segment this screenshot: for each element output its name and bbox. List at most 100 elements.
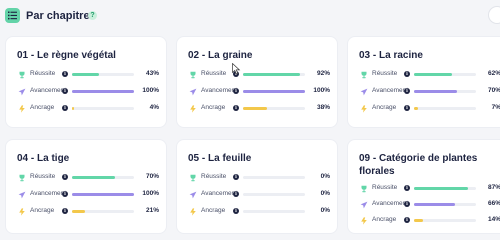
progress-fill-reussite <box>72 73 99 76</box>
progress-track-ancrage <box>243 107 305 110</box>
metric-value-ancrage: 38% <box>316 104 330 111</box>
metric-value-avancement: 100% <box>142 190 159 197</box>
progress-fill-avancement <box>414 203 455 206</box>
trophy-icon <box>188 173 197 182</box>
progress-track-ancrage <box>243 210 305 213</box>
metric-value-avancement: 70% <box>487 87 500 94</box>
progress-track-ancrage <box>72 210 134 213</box>
info-icon[interactable]: i <box>62 71 68 77</box>
metric-row-avancement: Avancement i 100% <box>6 86 166 98</box>
chapter-card[interactable]: 04 - La tige Réussite i 70% Avancement i 100% A… <box>5 139 167 234</box>
info-icon[interactable]: i <box>404 105 410 111</box>
metric-label-avancement: Avancement <box>201 190 238 197</box>
chapter-card[interactable]: 09 - Catégorie de plantes florales Réussi… <box>347 139 500 234</box>
progress-fill-ancrage <box>72 107 75 110</box>
progress-fill-reussite <box>414 73 453 76</box>
metric-label-avancement: Avancement <box>372 87 409 94</box>
metric-value-reussite: 92% <box>316 70 330 77</box>
info-icon[interactable]: i <box>62 105 68 111</box>
chapter-card[interactable]: 02 - La graine Réussite i 92% Avancement i 100… <box>176 36 338 128</box>
info-icon[interactable]: i <box>62 191 68 197</box>
metric-label-avancement: Avancement <box>201 87 238 94</box>
metric-row-avancement: Avancement i 100% <box>177 86 337 98</box>
metric-value-ancrage: 14% <box>487 216 500 223</box>
metric-row-ancrage: Ancrage i 7% <box>348 103 500 115</box>
metric-label-avancement: Avancement <box>30 87 67 94</box>
metric-value-reussite: 70% <box>145 173 159 180</box>
info-icon[interactable]: i <box>233 191 239 197</box>
progress-track-ancrage <box>414 107 476 110</box>
section-header: Par chapitres ? <box>0 0 500 34</box>
metric-row-ancrage: Ancrage i 4% <box>6 103 166 115</box>
progress-fill-reussite <box>243 73 301 76</box>
progress-fill-ancrage <box>414 219 423 222</box>
info-icon[interactable]: i <box>404 71 410 77</box>
info-icon[interactable]: i <box>233 88 239 94</box>
progress-track-reussite <box>72 73 134 76</box>
progress-track-avancement <box>414 203 476 206</box>
more-options-button[interactable] <box>488 6 500 24</box>
chapter-title: 02 - La graine <box>188 50 253 61</box>
metric-value-ancrage: 0% <box>320 207 330 214</box>
metric-label-avancement: Avancement <box>30 190 67 197</box>
metric-value-ancrage: 7% <box>491 104 500 111</box>
send-icon <box>188 87 197 96</box>
info-icon[interactable]: i <box>62 174 68 180</box>
metric-label-avancement: Avancement <box>372 200 409 207</box>
info-icon[interactable]: i <box>404 88 410 94</box>
progress-fill-reussite <box>72 176 116 179</box>
trophy-icon <box>188 70 197 79</box>
metric-label-ancrage: Ancrage <box>201 207 226 214</box>
trophy-icon <box>359 70 368 79</box>
info-icon[interactable]: i <box>233 105 239 111</box>
metric-row-avancement: Avancement i 66% <box>348 199 500 211</box>
progress-track-ancrage <box>72 107 134 110</box>
metric-value-reussite: 0% <box>320 173 330 180</box>
send-icon <box>17 190 26 199</box>
progress-fill-avancement <box>72 193 134 196</box>
metric-row-reussite: Réussite i 0% <box>177 172 337 184</box>
progress-track-avancement <box>72 193 134 196</box>
metric-row-avancement: Avancement i 0% <box>177 189 337 201</box>
metric-value-reussite: 62% <box>487 70 500 77</box>
info-icon[interactable]: i <box>404 217 410 223</box>
metric-label-reussite: Réussite <box>372 184 398 191</box>
help-icon[interactable]: ? <box>88 11 97 20</box>
info-icon[interactable]: i <box>233 208 239 214</box>
progress-fill-avancement <box>72 90 134 93</box>
chapter-card[interactable]: 01 - Le règne végétal Réussite i 43% Avancem… <box>5 36 167 128</box>
progress-track-avancement <box>243 90 305 93</box>
metric-value-reussite: 43% <box>145 70 159 77</box>
metric-value-ancrage: 21% <box>145 207 159 214</box>
info-icon[interactable]: i <box>62 208 68 214</box>
lightning-icon <box>17 207 26 216</box>
metric-value-avancement: 66% <box>487 200 500 207</box>
metric-label-reussite: Réussite <box>30 173 56 180</box>
progress-track-reussite <box>243 73 305 76</box>
trophy-icon <box>17 70 26 79</box>
info-icon[interactable]: i <box>62 88 68 94</box>
progress-track-reussite <box>414 73 476 76</box>
progress-track-ancrage <box>414 219 476 222</box>
mouse-cursor-icon <box>232 63 241 75</box>
progress-track-reussite <box>72 176 134 179</box>
chapter-card[interactable]: 03 - La racine Réussite i 62% Avancement i 70%… <box>347 36 500 128</box>
progress-fill-reussite <box>414 187 468 190</box>
trophy-icon <box>359 184 368 193</box>
info-icon[interactable]: i <box>404 201 410 207</box>
lightning-icon <box>188 207 197 216</box>
metric-label-reussite: Réussite <box>201 70 227 77</box>
info-icon[interactable]: i <box>404 185 410 191</box>
metric-label-ancrage: Ancrage <box>30 104 55 111</box>
metric-label-reussite: Réussite <box>30 70 56 77</box>
metric-row-reussite: Réussite i 87% <box>348 183 500 195</box>
progress-fill-ancrage <box>414 107 419 110</box>
progress-fill-avancement <box>414 90 458 93</box>
metric-row-reussite: Réussite i 70% <box>6 172 166 184</box>
metric-row-reussite: Réussite i 92% <box>177 69 337 81</box>
metric-value-avancement: 100% <box>313 87 330 94</box>
progress-fill-ancrage <box>72 210 86 213</box>
chapter-title: 05 - La feuille <box>188 153 252 164</box>
info-icon[interactable]: i <box>233 174 239 180</box>
chapter-card[interactable]: 05 - La feuille Réussite i 0% Avancement i 0% A… <box>176 139 338 234</box>
